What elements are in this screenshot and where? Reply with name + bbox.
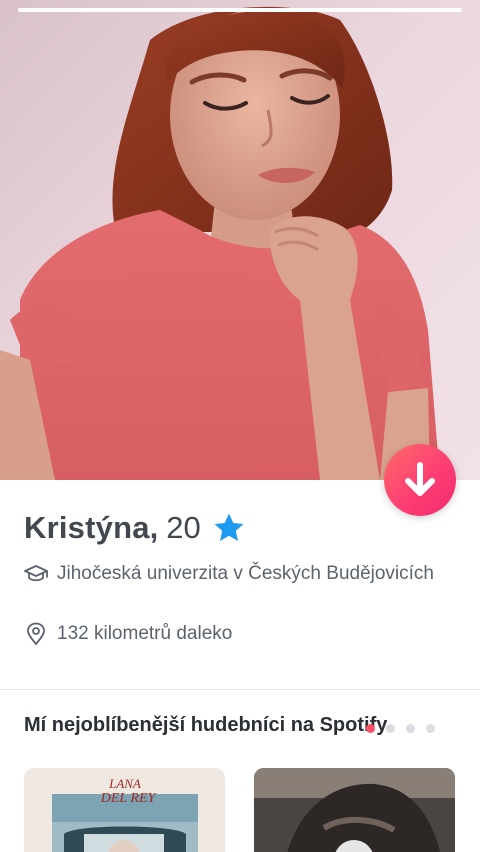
page-dot[interactable] <box>386 724 395 733</box>
svg-text:LANA: LANA <box>108 776 141 791</box>
collapse-profile-button[interactable] <box>384 444 456 516</box>
photo-progress-segment <box>18 8 462 12</box>
profile-photo-image <box>0 0 480 480</box>
page-dot-active[interactable] <box>366 724 375 733</box>
school-info: Jihočeská univerzita v Českých Budějovic… <box>24 560 444 587</box>
spotify-page-dots[interactable] <box>366 724 446 733</box>
graduation-cap-icon <box>24 560 48 587</box>
page-dot[interactable] <box>426 724 435 733</box>
spotify-section-title: Mí nejoblíbenější hudebníci na Spotify <box>24 714 388 736</box>
spotify-artist-card[interactable]: LANA DEL REY <box>24 768 225 852</box>
profile-screen: Kristýna, 20 Jihočeská univerzita v Česk… <box>0 0 480 852</box>
section-divider <box>0 689 480 690</box>
arrow-down-icon <box>405 462 435 496</box>
school-name: Jihočeská univerzita v Českých Budějovic… <box>57 563 435 584</box>
svg-text:DEL REY: DEL REY <box>100 791 158 806</box>
distance-info: 132 kilometrů daleko <box>24 620 232 647</box>
photo-progress-bar <box>18 8 462 12</box>
distance-text: 132 kilometrů daleko <box>57 623 233 644</box>
profile-photo[interactable] <box>0 0 480 480</box>
album-cover <box>254 768 455 852</box>
profile-name: Kristýna <box>24 510 150 545</box>
name-separator: , <box>149 510 159 545</box>
location-pin-icon <box>24 620 48 647</box>
album-cover: LANA DEL REY <box>24 768 225 852</box>
profile-age: 20 <box>166 510 201 545</box>
page-dot[interactable] <box>406 724 415 733</box>
spotify-artist-card[interactable] <box>254 768 455 852</box>
profile-name-row: Kristýna, 20 <box>24 506 245 550</box>
verified-star-icon[interactable] <box>213 512 245 544</box>
